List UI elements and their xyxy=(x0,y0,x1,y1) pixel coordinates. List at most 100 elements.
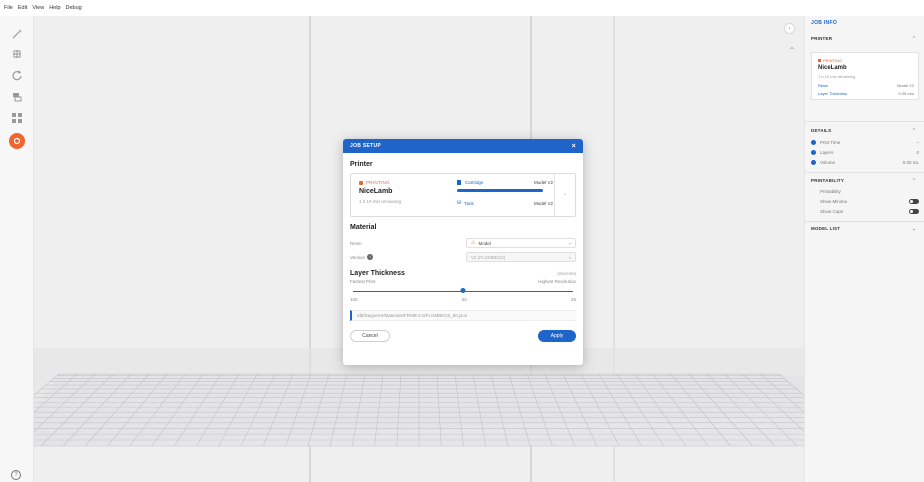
divider xyxy=(554,174,555,216)
tank-icon: ⛁ xyxy=(457,200,462,206)
rotate-icon[interactable] xyxy=(9,67,25,83)
show-minima-toggle[interactable] xyxy=(909,199,919,204)
resin-value: Model xyxy=(478,240,491,246)
resin-row: Resin ⚠ Model ▾ xyxy=(350,236,576,250)
printer-remaining: 1 h 10 min remaining xyxy=(359,199,402,204)
detail-value: 0.00 mL xyxy=(902,160,919,165)
printer-name: NiceLamb xyxy=(818,65,847,71)
detail-row: Print Time – xyxy=(811,140,919,145)
detail-value: – xyxy=(916,140,919,145)
magic-wand-icon[interactable] xyxy=(9,26,25,42)
detail-label: Volume xyxy=(820,160,836,165)
show-minima-label: Show Minima xyxy=(820,199,848,204)
app-window: File Edit View Help Debug › ⌃ JOB INFO P… xyxy=(0,0,924,482)
version-value: V2 (FLGMBEG2) xyxy=(471,254,506,260)
layer-thickness-title: Layer Thickness xyxy=(350,270,405,277)
layer-thickness-label: Layer Thickness xyxy=(818,91,848,96)
cartridge-icon xyxy=(457,180,461,185)
chevron-down-icon[interactable]: ⌄ xyxy=(559,190,571,200)
collapse-panel-icon[interactable]: ⌃ xyxy=(785,46,799,60)
layer-thickness-value: 0.05 mm xyxy=(898,91,914,96)
chevron-up-icon[interactable]: ⌃ xyxy=(912,128,916,134)
divider xyxy=(805,172,924,173)
resin-select[interactable]: ⚠ Model ▾ xyxy=(466,238,576,248)
layers-icon xyxy=(811,150,816,155)
details-heading[interactable]: DETAILS xyxy=(811,128,831,133)
detail-row: Volume 0.00 mL xyxy=(811,160,919,165)
dialog-title: JOB SETUP xyxy=(350,143,382,149)
apply-button[interactable]: Apply xyxy=(538,330,576,342)
printer-status: PRINTING xyxy=(366,180,390,185)
layers-icon[interactable] xyxy=(9,89,25,105)
cartridge-level-bar xyxy=(457,189,544,192)
job-info-panel: ⌃ JOB INFO PRINTER ⌃ PRINTING NiceLamb 1… xyxy=(789,16,924,482)
detail-value: 0 xyxy=(916,150,919,155)
viewport-scroll-button[interactable]: › xyxy=(784,23,795,34)
layer-thickness-slider[interactable] xyxy=(350,287,576,295)
cartridge-label: Cartridge xyxy=(465,180,484,185)
info-icon[interactable]: i xyxy=(367,254,374,260)
warning-icon: ⚠ xyxy=(471,240,476,246)
detail-label: Print Time xyxy=(820,140,841,145)
printability-row: Show Cups xyxy=(811,209,919,214)
printer-remaining: 1 h 10 min remaining xyxy=(818,74,856,79)
version-row: Version i V2 (FLGMBEG2) ▾ xyxy=(350,250,576,264)
resin-label: Resin xyxy=(350,240,362,246)
chevron-up-icon[interactable]: ⌃ xyxy=(912,36,916,42)
material-section-title: Material xyxy=(350,224,377,231)
printability-row: Printability xyxy=(811,189,919,194)
chevron-down-icon[interactable]: ⌄ xyxy=(912,226,916,232)
menu-help[interactable]: Help xyxy=(49,5,60,11)
show-cups-label: Show Cups xyxy=(820,209,844,214)
detail-label: Layers xyxy=(820,150,834,155)
close-icon[interactable]: × xyxy=(572,143,576,150)
tick-label: 50 xyxy=(461,297,467,302)
grid-icon[interactable] xyxy=(9,110,25,126)
menu-debug[interactable]: Debug xyxy=(66,5,82,11)
divider xyxy=(805,221,924,222)
version-label: Version xyxy=(350,254,366,260)
divider xyxy=(805,121,924,122)
printer-card[interactable]: PRINTING NiceLamb 1 h 10 min remaining R… xyxy=(811,52,919,100)
resin-label: Resin xyxy=(818,83,829,88)
slider-handle[interactable] xyxy=(460,288,466,293)
chevron-down-icon: ▾ xyxy=(568,240,571,246)
version-select[interactable]: V2 (FLGMBEG2) ▾ xyxy=(466,252,576,262)
support-icon[interactable] xyxy=(9,133,25,149)
chevron-up-icon[interactable]: ⌃ xyxy=(912,178,916,184)
layer-thickness-unit: (microns) xyxy=(557,271,576,276)
detail-row: Layers 0 xyxy=(811,150,919,155)
fastest-print-label: Fastest Print xyxy=(350,279,376,284)
menu-view[interactable]: View xyxy=(32,5,44,11)
printer-heading[interactable]: PRINTER xyxy=(811,36,832,41)
printer-status: PRINTING xyxy=(823,58,843,63)
printer-selector[interactable]: PRINTING NiceLamb 1 h 10 min remaining C… xyxy=(350,173,576,217)
tank-value: Model V2 xyxy=(533,200,553,206)
printer-status-icon xyxy=(359,180,363,185)
printability-row: Show Minima xyxy=(811,199,919,204)
cartridge-row: Cartridge Model V2 xyxy=(457,180,553,185)
printer-section-title: Printer xyxy=(350,161,373,168)
help-icon[interactable]: ? xyxy=(11,470,21,480)
tick-label: 25 xyxy=(570,297,576,302)
printability-heading[interactable]: PRINTABILITY xyxy=(811,178,844,183)
job-setup-dialog: JOB SETUP × Printer PRINTING NiceLamb 1 … xyxy=(343,139,583,365)
left-toolbar xyxy=(0,16,34,482)
printer-status-icon xyxy=(818,59,821,62)
job-info-title: JOB INFO xyxy=(811,20,838,26)
menu-file[interactable]: File xyxy=(4,5,13,11)
cartridge-value: Model V2 xyxy=(533,180,553,185)
model-list-heading[interactable]: MODEL LIST xyxy=(811,226,840,231)
tick-label: 100 xyxy=(350,297,358,302)
cancel-button[interactable]: Cancel xyxy=(350,330,390,342)
chevron-down-icon: ▾ xyxy=(568,254,571,260)
import-icon[interactable] xyxy=(9,46,25,62)
tank-label: Tank xyxy=(464,200,474,206)
printability-label: Printability xyxy=(820,189,841,194)
clock-icon xyxy=(811,140,816,145)
printer-name: NiceLamb xyxy=(359,188,393,195)
menu-edit[interactable]: Edit xyxy=(18,5,27,11)
tank-row: ⛁ Tank Model V2 xyxy=(457,200,553,206)
show-cups-toggle[interactable] xyxy=(909,209,919,214)
highest-resolution-label: Highest Resolution xyxy=(538,279,576,284)
